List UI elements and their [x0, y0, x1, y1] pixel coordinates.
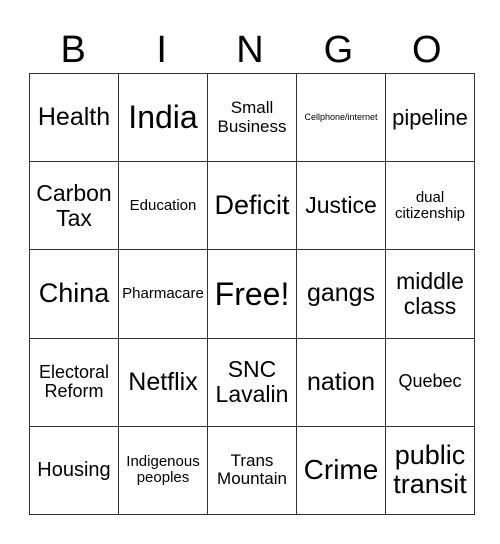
grid-row: Carbon Tax Education Deficit Justice dua… — [29, 161, 475, 251]
bingo-cell[interactable]: Electoral Reform — [29, 337, 119, 427]
bingo-cell[interactable]: Carbon Tax — [29, 161, 119, 251]
bingo-cell[interactable]: pipeline — [385, 72, 475, 163]
bingo-cell[interactable]: China — [29, 249, 119, 339]
header-letter-g: G — [323, 29, 354, 71]
bingo-cell[interactable]: nation — [296, 337, 386, 427]
header-letter-o: O — [412, 29, 442, 71]
bingo-cell[interactable]: Education — [118, 161, 208, 251]
bingo-cell[interactable]: SNC Lavalin — [207, 337, 297, 427]
header-letter-i: I — [156, 29, 167, 71]
bingo-cell[interactable]: Small Business — [207, 72, 297, 163]
bingo-grid: Health India Small Business Cellphone/in… — [29, 72, 475, 516]
bingo-cell[interactable]: middle class — [385, 249, 475, 339]
bingo-cell[interactable]: Cellphone/internet — [296, 72, 386, 163]
bingo-cell[interactable]: Justice — [296, 161, 386, 251]
bingo-cell[interactable]: gangs — [296, 249, 386, 339]
grid-row: Housing Indigenous peoples Trans Mountai… — [29, 425, 475, 516]
bingo-cell[interactable]: Netflix — [118, 337, 208, 427]
header-letter-b: B — [60, 29, 86, 71]
grid-row: Health India Small Business Cellphone/in… — [29, 72, 475, 163]
bingo-cell[interactable]: Indigenous peoples — [118, 425, 208, 516]
bingo-cell[interactable]: Health — [29, 72, 119, 163]
bingo-header: B I N G O — [29, 28, 471, 73]
bingo-cell[interactable]: public transit — [385, 425, 475, 516]
bingo-cell[interactable]: India — [118, 72, 208, 163]
grid-row: Electoral Reform Netflix SNC Lavalin nat… — [29, 337, 475, 427]
bingo-cell[interactable]: Crime — [296, 425, 386, 516]
bingo-cell[interactable]: dual citizenship — [385, 161, 475, 251]
grid-row: China Pharmacare Free! gangs middle clas… — [29, 249, 475, 339]
bingo-cell[interactable]: Trans Mountain — [207, 425, 297, 516]
bingo-cell[interactable]: Deficit — [207, 161, 297, 251]
bingo-cell[interactable]: Pharmacare — [118, 249, 208, 339]
bingo-cell[interactable]: Housing — [29, 425, 119, 516]
free-space-cell[interactable]: Free! — [207, 249, 297, 339]
bingo-cell[interactable]: Quebec — [385, 337, 475, 427]
header-letter-n: N — [236, 29, 264, 71]
